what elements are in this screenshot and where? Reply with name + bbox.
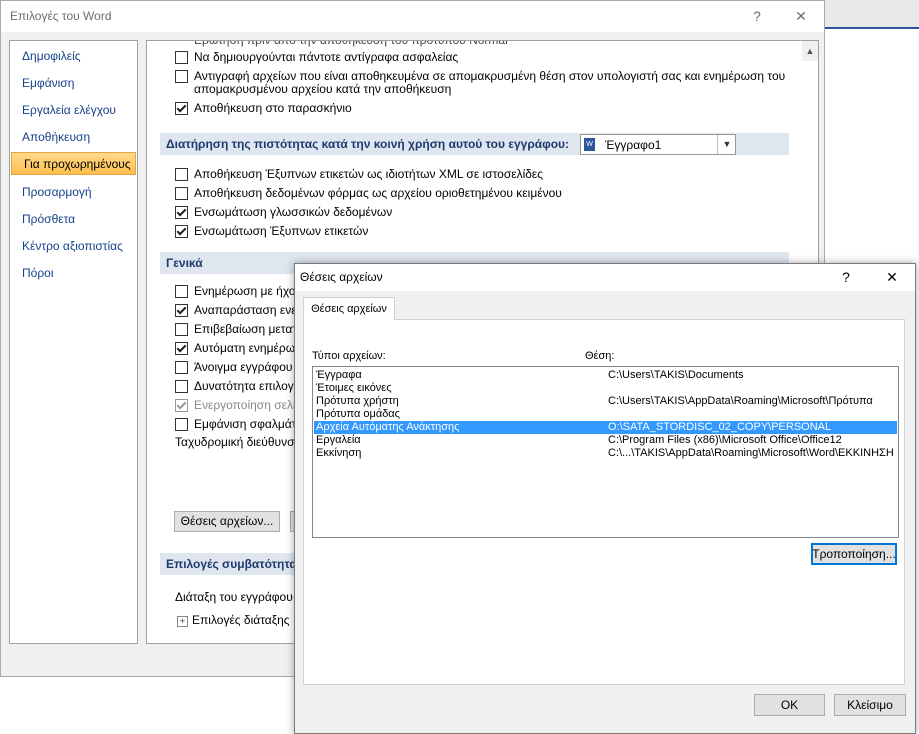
checkbox-open-draft[interactable]: [175, 361, 188, 374]
option-label-background-save: Αποθήκευση στο παρασκήνιο: [194, 101, 352, 115]
file-locations-button-label: Θέσεις αρχείων...: [180, 514, 274, 528]
nav-item-save[interactable]: Αποθήκευση: [10, 126, 137, 149]
nav-item-popular[interactable]: Δημοφιλείς: [10, 45, 137, 68]
file-locations-list[interactable]: Έγγραφα C:\Users\TAKIS\Documents Έτοιμες…: [312, 366, 899, 538]
tab-file-locations[interactable]: Θέσεις αρχείων: [303, 297, 395, 320]
section-title-general: Γενικά: [166, 256, 203, 270]
option-label-confirm-conversion: Επιβεβαίωση μετατρ: [194, 322, 304, 336]
help-icon: ?: [842, 269, 850, 285]
checkbox-confirm-conversion[interactable]: [175, 323, 188, 336]
checkbox-embed-linguistic[interactable]: [175, 206, 188, 219]
list-item-selected[interactable]: Αρχεία Αυτόματης Ανάκτησης O:\SATA_STORD…: [314, 421, 897, 434]
nav-item-addins[interactable]: Πρόσθετα: [10, 208, 137, 231]
option-label-save-form-data: Αποθήκευση δεδομένων φόρμας ως αρχείου ο…: [194, 186, 562, 200]
file-type-cell: Έτοιμες εικόνες: [316, 382, 392, 394]
option-label-embed-smart-tags: Ενσωμάτωση Έξυπνων ετικετών: [194, 224, 369, 238]
list-item[interactable]: Έτοιμες εικόνες: [314, 382, 897, 395]
nav-item-trust-center[interactable]: Κέντρο αξιοπιστίας: [10, 235, 137, 258]
nav-item-customize[interactable]: Προσαρμογή: [10, 181, 137, 204]
checkbox-sound-feedback[interactable]: [175, 285, 188, 298]
list-item[interactable]: Πρότυπα χρήστη C:\Users\TAKIS\AppData\Ro…: [314, 395, 897, 408]
file-type-cell: Πρότυπα χρήστη: [316, 395, 399, 407]
scroll-up-arrow-icon[interactable]: ▲: [802, 41, 818, 61]
document-select-value: Έγγραφο1: [605, 138, 662, 152]
checkbox-background-repagination[interactable]: [175, 399, 188, 412]
option-label-sound-feedback: Ενημέρωση με ήχο: [194, 284, 296, 298]
partial-option-label: Ερώτηση πριν από την αποθήκευση του προτ…: [194, 40, 508, 47]
mailing-address-label: Ταχυδρομική διεύθυνση: [175, 435, 302, 449]
location-cell: O:\SATA_STORDISC_02_COPY\PERSONAL: [608, 421, 832, 433]
close-button[interactable]: ✕: [778, 1, 824, 32]
option-label-auto-update-links: Αυτόματη ενημέρωσ: [194, 341, 303, 355]
ok-button[interactable]: OK: [754, 694, 825, 716]
option-label-animation-feedback: Αναπαράσταση ενερ: [194, 303, 304, 317]
checkbox-copy-remote-files[interactable]: [175, 70, 188, 83]
help-icon: ?: [753, 8, 761, 24]
word-document-icon: W: [584, 138, 595, 151]
file-locations-button[interactable]: Θέσεις αρχείων...: [174, 511, 280, 532]
nav-item-resources[interactable]: Πόροι: [10, 262, 137, 285]
chevron-down-icon[interactable]: ▼: [717, 135, 736, 154]
file-type-cell: Έγγραφα: [316, 369, 362, 381]
option-label-embed-linguistic: Ενσωμάτωση γλωσσικών δεδομένων: [194, 205, 393, 219]
checkbox-show-addin-errors[interactable]: [175, 418, 188, 431]
location-header: Θέση:: [585, 350, 615, 362]
checkbox-embed-smart-tags[interactable]: [175, 225, 188, 238]
location-cell: C:\Users\TAKIS\AppData\Roaming\Microsoft…: [608, 395, 873, 407]
checkbox-background-save[interactable]: [175, 102, 188, 115]
close-icon: ✕: [886, 269, 898, 285]
section-title-fidelity: Διατήρηση της πιστότητας κατά την κοινή …: [166, 137, 570, 151]
ok-button-label: OK: [780, 698, 799, 712]
list-item[interactable]: Έγγραφα C:\Users\TAKIS\Documents: [314, 369, 897, 382]
option-label-open-draft: Άνοιγμα εγγράφου: [194, 360, 293, 374]
layout-options-label: Επιλογές διάταξης: [192, 613, 290, 627]
nav-item-proofing[interactable]: Εργαλεία ελέγχου: [10, 99, 137, 122]
close-dialog-button-label: Κλείσιμο: [847, 698, 893, 712]
file-type-cell: Εργαλεία: [316, 434, 361, 446]
location-cell: C:\Users\TAKIS\Documents: [608, 369, 744, 381]
close-dialog-button[interactable]: Κλείσιμο: [834, 694, 906, 716]
main-window-title: Επιλογές του Word: [10, 9, 112, 23]
close-icon: ✕: [795, 8, 807, 24]
modify-button-label: Τροποποίηση...: [812, 547, 896, 561]
document-select[interactable]: W Έγγραφο1 ▼: [580, 134, 736, 155]
file-type-cell: Αρχεία Αυτόματης Ανάκτησης: [316, 421, 460, 433]
list-item[interactable]: Πρότυπα ομάδας: [314, 408, 897, 421]
layout-options-for-label: Διάταξη του εγγράφου: [175, 590, 293, 604]
file-type-cell: Εκκίνηση: [316, 447, 362, 459]
main-titlebar: Επιλογές του Word ? ✕: [1, 1, 824, 32]
checkbox-smart-tags-xml[interactable]: [175, 168, 188, 181]
checkbox-always-backup[interactable]: [175, 51, 188, 64]
option-label-background-repagination: Ενεργοποίηση σελιδ: [194, 398, 303, 412]
checkbox-allow-selection[interactable]: [175, 380, 188, 393]
option-label-show-addin-errors: Εμφάνιση σφαλμάτ: [194, 417, 297, 431]
nav-item-advanced[interactable]: Για προχωρημένους: [11, 152, 136, 175]
list-item[interactable]: Εργαλεία C:\Program Files (x86)\Microsof…: [314, 434, 897, 447]
modify-button[interactable]: Τροποποίηση...: [811, 543, 897, 565]
checkbox-animation-feedback[interactable]: [175, 304, 188, 317]
location-cell: C:\...\TAKIS\AppData\Roaming\Microsoft\W…: [608, 447, 894, 459]
list-item[interactable]: Εκκίνηση C:\...\TAKIS\AppData\Roaming\Mi…: [314, 447, 897, 460]
option-label-always-backup: Να δημιουργούνται πάντοτε αντίγραφα ασφα…: [194, 50, 459, 64]
checkbox-save-form-data[interactable]: [175, 187, 188, 200]
location-cell: C:\Program Files (x86)\Microsoft Office\…: [608, 434, 842, 446]
file-locations-dialog: Θέσεις αρχείων ? ✕ Θέσεις αρχείων Τύποι …: [294, 263, 916, 734]
background-window-titlebar: [825, 0, 919, 29]
option-label-copy-remote-line2: απομακρυσμένου αρχείου κατά την αποθήκευ…: [194, 82, 452, 96]
checkbox-auto-update-links[interactable]: [175, 342, 188, 355]
dialog-titlebar: Θέσεις αρχείων ? ✕: [295, 264, 915, 291]
nav-item-display[interactable]: Εμφάνιση: [10, 72, 137, 95]
dialog-title: Θέσεις αρχείων: [300, 270, 383, 284]
file-types-header: Τύποι αρχείων:: [312, 350, 386, 362]
file-type-cell: Πρότυπα ομάδας: [316, 408, 400, 420]
expand-plus-icon[interactable]: +: [177, 616, 188, 627]
section-title-compatibility: Επιλογές συμβατότητας: [166, 557, 303, 571]
option-label-smart-tags-xml: Αποθήκευση Έξυπνων ετικετών ως ιδιοτήτων…: [194, 167, 544, 181]
dialog-close-button[interactable]: ✕: [869, 264, 915, 291]
option-label-allow-selection: Δυνατότητα επιλογ: [194, 379, 294, 393]
options-nav: Δημοφιλείς Εμφάνιση Εργαλεία ελέγχου Απο…: [9, 40, 138, 644]
help-button[interactable]: ?: [734, 1, 780, 32]
dialog-help-button[interactable]: ?: [823, 264, 869, 291]
